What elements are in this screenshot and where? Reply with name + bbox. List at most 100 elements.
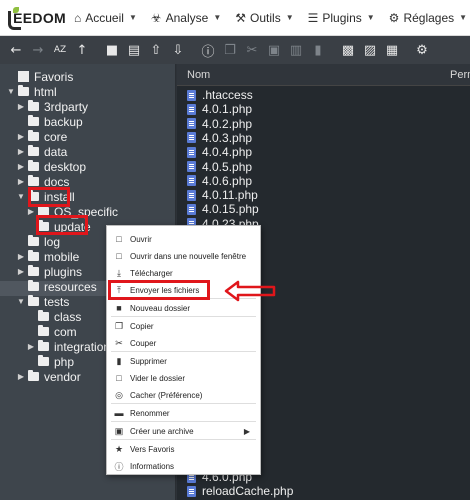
new-file-icon[interactable]: ▤	[124, 40, 144, 60]
download-icon[interactable]: ⇩	[168, 40, 188, 60]
highlight-upload-item	[108, 280, 210, 300]
gear-icon[interactable]: ⚙	[412, 40, 432, 60]
context-menu-item-copier[interactable]: ❐ Copier	[107, 318, 260, 334]
context-menu-label: Créer une archive	[130, 426, 194, 436]
context-menu-item-telecharger[interactable]: ⤓ Télécharger	[107, 265, 260, 281]
file-row[interactable]: 4.0.3.php	[187, 131, 252, 145]
nav-reglages[interactable]: ⚙ Réglages ▼	[381, 0, 470, 36]
tree-item-label: com	[54, 324, 77, 339]
upload-icon[interactable]: ⇧	[146, 40, 166, 60]
collapsed-arrow-icon[interactable]: ▶	[26, 342, 36, 351]
tree-item-mobile[interactable]: ▶ mobile	[16, 249, 79, 264]
expanded-arrow-icon[interactable]: ▼	[16, 192, 26, 201]
expanded-arrow-icon[interactable]: ▼	[6, 87, 16, 96]
copy-icon[interactable]: ❐	[220, 40, 240, 60]
tree-item-resources[interactable]: resources	[16, 279, 97, 294]
tree-item-desktop[interactable]: ▶ desktop	[16, 159, 86, 174]
file-row[interactable]: 4.0.4.php	[187, 145, 252, 159]
file-list-header: Nom Perm	[177, 64, 470, 86]
context-menu-label: Nouveau dossier	[130, 303, 191, 313]
context-menu-item-ouvrir-dans-une-nouvelle-fenetre[interactable]: □ Ouvrir dans une nouvelle fenêtre	[107, 248, 260, 264]
collapsed-arrow-icon[interactable]: ▶	[16, 162, 26, 171]
context-menu-item-ouvrir[interactable]: □ Ouvrir	[107, 231, 260, 247]
extract-icon[interactable]: ▨	[360, 40, 380, 60]
tree-item-backup[interactable]: backup	[16, 114, 83, 129]
sort-az-icon[interactable]: AZ	[50, 40, 70, 60]
back-icon[interactable]: ←	[6, 40, 26, 60]
tree-item-label: vendor	[44, 369, 81, 384]
duplicate-icon[interactable]: ▥	[286, 40, 306, 60]
up-icon[interactable]: ↑	[72, 40, 92, 60]
context-menu-item-renommer[interactable]: ▬ Renommer	[107, 405, 260, 421]
tree-item-favoris[interactable]: Favoris	[6, 69, 73, 84]
file-name: .htaccess	[202, 88, 253, 102]
file-row[interactable]: .htaccess	[187, 88, 253, 102]
tree-item-html[interactable]: ▼ html	[6, 84, 57, 99]
collapsed-arrow-icon[interactable]: ▶	[16, 267, 26, 276]
paste-icon[interactable]: ▣	[264, 40, 284, 60]
delete-icon[interactable]: ▮	[308, 40, 328, 60]
folder-icon	[28, 235, 39, 246]
collapsed-arrow-icon[interactable]: ▶	[16, 252, 26, 261]
file-row[interactable]: 4.0.6.php	[187, 174, 252, 188]
file-row[interactable]: 4.0.11.php	[187, 188, 258, 202]
context-menu-item-couper[interactable]: ✂ Couper	[107, 335, 260, 351]
file-row[interactable]: 4.0.15.php	[187, 202, 259, 216]
tree-item-tests[interactable]: ▼ tests	[16, 294, 69, 309]
file-row[interactable]: reloadCache.php	[187, 484, 293, 498]
collapsed-arrow-icon[interactable]: ▶	[16, 102, 26, 111]
jeedom-logo[interactable]: EEDOM	[0, 6, 66, 30]
collapsed-arrow-icon[interactable]: ▶	[16, 177, 26, 186]
collapsed-arrow-icon[interactable]: ▶	[16, 132, 26, 141]
tree-item-data[interactable]: ▶ data	[16, 144, 67, 159]
nav-outils[interactable]: ⚒ Outils ▼	[227, 0, 299, 36]
info-icon: ⓘ	[114, 461, 124, 472]
context-menu-item-creer-une-archive[interactable]: ▣ Créer une archive ▶	[107, 423, 260, 439]
tree-item-integration[interactable]: ▶ integration	[26, 339, 110, 354]
file-row[interactable]: 4.0.1.php	[187, 102, 252, 116]
new-folder-icon[interactable]: ■	[102, 40, 122, 60]
nav-label: Analyse	[165, 10, 209, 25]
tree-item-3rdparty[interactable]: ▶ 3rdparty	[16, 99, 88, 114]
folder-icon	[38, 310, 49, 321]
view-icon[interactable]: ▦	[382, 40, 402, 60]
file-row[interactable]: 4.0.5.php	[187, 160, 252, 174]
php-file-icon	[187, 132, 196, 144]
forward-icon[interactable]: →	[28, 40, 48, 60]
cut-icon[interactable]: ✂	[242, 40, 262, 60]
tree-item-php[interactable]: php	[26, 354, 74, 369]
context-menu-item-vers-favoris[interactable]: ★ Vers Favoris	[107, 441, 260, 457]
tree-item-class[interactable]: class	[26, 309, 81, 324]
folder-open-icon: □	[116, 234, 122, 244]
context-menu-item-supprimer[interactable]: ▮ Supprimer	[107, 353, 260, 369]
collapsed-arrow-icon[interactable]: ▶	[16, 147, 26, 156]
context-menu-item-cacher-preference[interactable]: ◎ Cacher (Préférence)	[107, 387, 260, 403]
tree-item-vendor[interactable]: ▶ vendor	[16, 369, 81, 384]
home-icon: ⌂	[74, 10, 82, 25]
nav-analyse[interactable]: ☣ Analyse ▼	[143, 0, 227, 36]
tree-item-com[interactable]: com	[26, 324, 77, 339]
collapsed-arrow-icon[interactable]: ▶	[26, 207, 36, 216]
tree-item-log[interactable]: log	[16, 234, 60, 249]
chevron-down-icon: ▼	[128, 13, 137, 22]
archive-icon[interactable]: ▩	[338, 40, 358, 60]
chevron-down-icon: ▼	[459, 13, 468, 22]
collapsed-arrow-icon[interactable]: ▶	[16, 372, 26, 381]
highlight-install	[28, 187, 70, 207]
nav-accueil[interactable]: ⌂ Accueil ▼	[66, 0, 143, 36]
tree-item-label: data	[44, 144, 68, 159]
nav-plugins[interactable]: ☰ Plugins ▼	[300, 0, 381, 36]
archive-icon: ▣	[114, 425, 124, 436]
column-perm-header[interactable]: Perm	[450, 69, 470, 81]
column-name-header[interactable]: Nom	[187, 69, 210, 81]
menu-separator	[111, 351, 256, 352]
tree-item-plugins[interactable]: ▶ plugins	[16, 264, 82, 279]
file-row[interactable]: 4.0.2.php	[187, 117, 252, 131]
context-menu-item-informations[interactable]: ⓘ Informations	[107, 458, 260, 474]
info-icon[interactable]: ⓘ	[198, 40, 218, 60]
analysis-icon: ☣	[150, 10, 162, 25]
context-menu-item-vider-le-dossier[interactable]: □ Vider le dossier	[107, 370, 260, 386]
context-menu-item-nouveau-dossier[interactable]: ■ Nouveau dossier	[107, 300, 260, 316]
tree-item-core[interactable]: ▶ core	[16, 129, 67, 144]
expanded-arrow-icon[interactable]: ▼	[16, 297, 26, 306]
